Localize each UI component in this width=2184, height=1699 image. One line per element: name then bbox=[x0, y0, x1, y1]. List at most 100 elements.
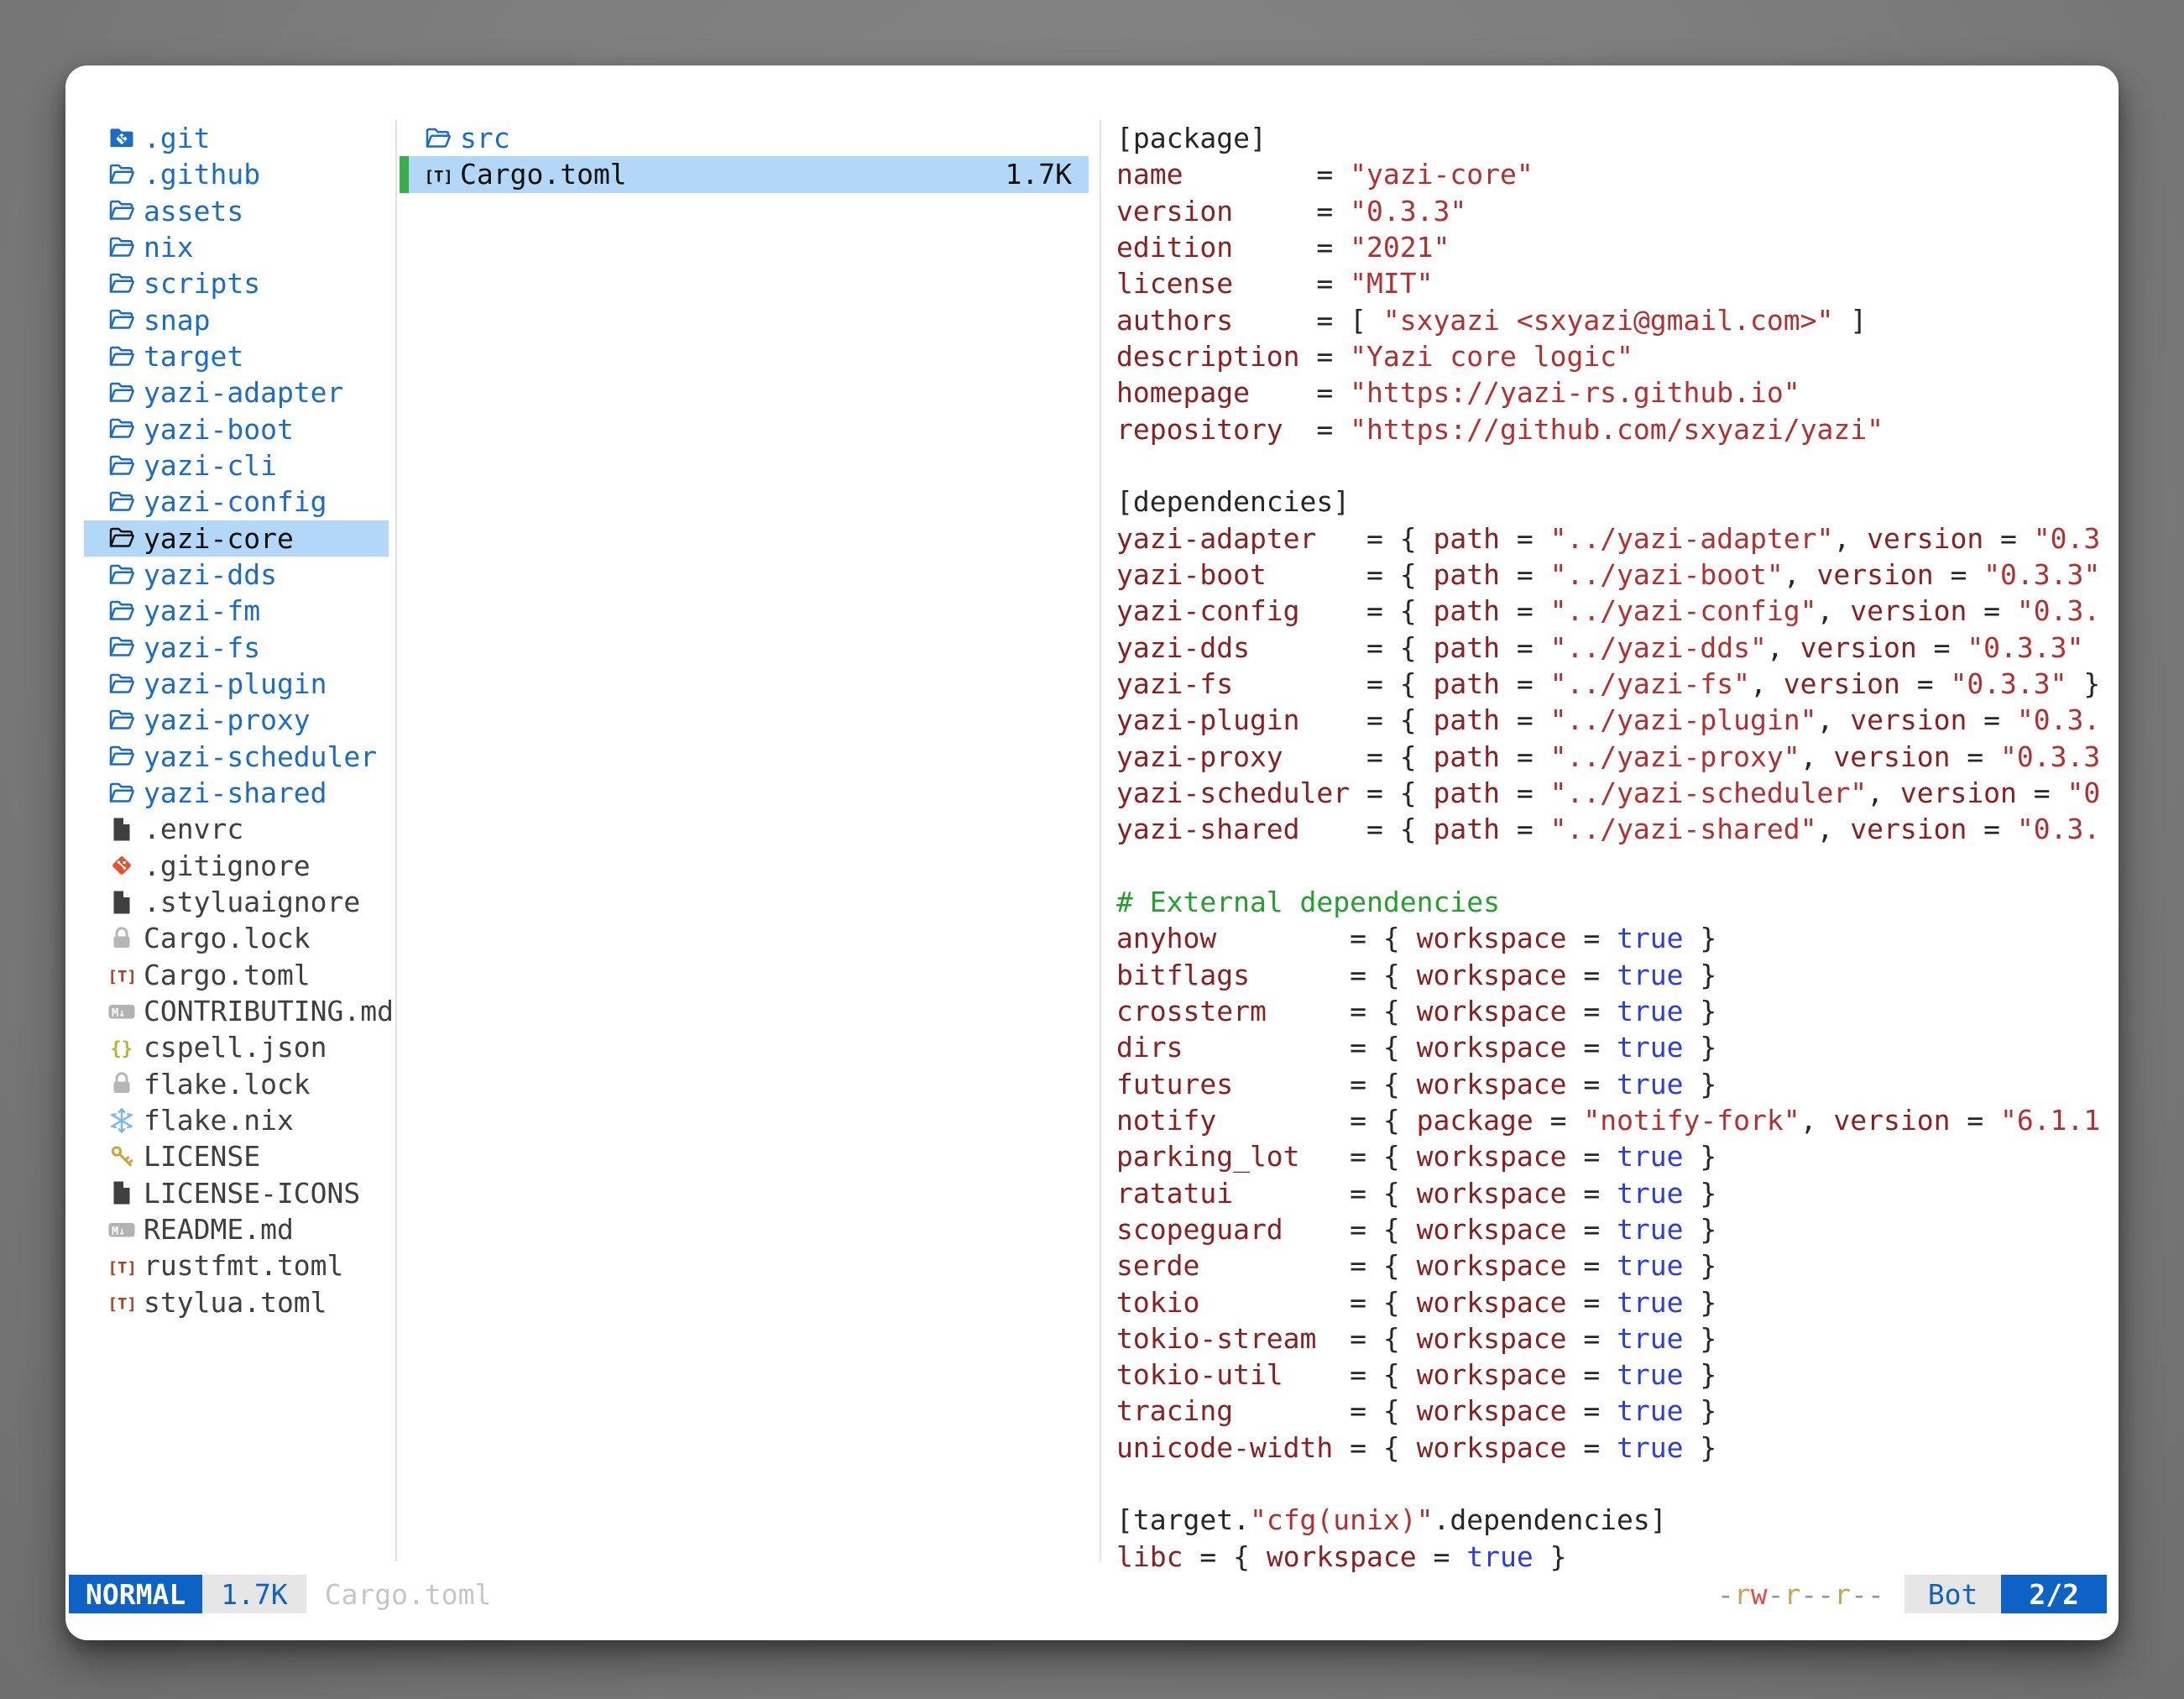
preview-line: tokio-stream = { workspace = true } bbox=[1116, 1320, 2119, 1357]
code-token: bitflags bbox=[1116, 959, 1350, 991]
parent-item[interactable]: LICENSE bbox=[84, 1138, 389, 1174]
current-item[interactable]: src bbox=[400, 120, 1089, 156]
code-token: workspace bbox=[1417, 1286, 1567, 1319]
code-token: = [ bbox=[1316, 304, 1382, 337]
code-token: = bbox=[1316, 340, 1350, 373]
parent-item[interactable]: .gitignore bbox=[84, 848, 389, 884]
parent-item[interactable]: assets bbox=[84, 193, 389, 229]
parent-item[interactable]: yazi-shared bbox=[84, 775, 389, 811]
preview-line: tokio = { workspace = true } bbox=[1116, 1284, 2119, 1320]
parent-item[interactable]: nix bbox=[84, 229, 389, 265]
parent-item[interactable]: flake.nix bbox=[84, 1102, 389, 1138]
lock-icon bbox=[107, 924, 136, 953]
parent-item[interactable]: .git bbox=[84, 120, 389, 156]
parent-item[interactable]: yazi-proxy bbox=[84, 702, 389, 738]
code-token: = bbox=[1500, 667, 1550, 700]
code-token: true bbox=[1617, 1286, 1683, 1319]
code-token: homepage bbox=[1116, 376, 1316, 409]
code-token: true bbox=[1617, 1249, 1683, 1282]
parent-item[interactable]: [T]rustfmt.toml bbox=[84, 1247, 389, 1283]
parent-item[interactable]: yazi-scheduler bbox=[84, 739, 389, 775]
parent-item[interactable]: yazi-dds bbox=[84, 557, 389, 593]
code-token: = bbox=[1316, 267, 1350, 300]
parent-item[interactable]: yazi-adapter bbox=[84, 374, 389, 410]
parent-pane[interactable]: .git.githubassetsnixscriptssnaptargetyaz… bbox=[84, 120, 389, 1320]
file-label: stylua.toml bbox=[144, 1286, 327, 1319]
code-token: = { bbox=[1366, 813, 1433, 845]
code-token: repository bbox=[1116, 413, 1316, 446]
svg-text:[T]: [T] bbox=[425, 167, 453, 186]
parent-item[interactable]: snap bbox=[84, 302, 389, 338]
markdown-icon: M↓ bbox=[107, 997, 136, 1026]
preview-line: version = "0.3.3" bbox=[1116, 193, 2119, 229]
preview-line: yazi-fs = { path = "../yazi-fs", version… bbox=[1116, 666, 2119, 702]
file-label: .gitignore bbox=[144, 850, 311, 882]
svg-text:M↓: M↓ bbox=[112, 1224, 125, 1237]
parent-item[interactable]: M↓README.md bbox=[84, 1211, 389, 1247]
code-token: workspace bbox=[1267, 1540, 1417, 1573]
current-item[interactable]: [T]Cargo.toml1.7K bbox=[400, 156, 1089, 192]
parent-item[interactable]: [T]Cargo.toml bbox=[84, 957, 389, 993]
parent-item[interactable]: yazi-core bbox=[84, 520, 389, 557]
code-token: yazi-shared bbox=[1116, 813, 1366, 845]
file-label: LICENSE bbox=[144, 1140, 260, 1173]
parent-item[interactable]: .github bbox=[84, 156, 389, 192]
code-token: workspace bbox=[1417, 959, 1567, 991]
parent-item[interactable]: {} cspell.json bbox=[84, 1029, 389, 1065]
folder-open-icon bbox=[107, 779, 136, 808]
code-token: = bbox=[1566, 1177, 1617, 1210]
svg-text:{}: {} bbox=[111, 1038, 133, 1059]
folder-open-icon bbox=[107, 670, 136, 698]
code-token: path bbox=[1434, 740, 1500, 773]
permission-char: r bbox=[1734, 1578, 1751, 1611]
file-label: CONTRIBUTING.md bbox=[144, 995, 394, 1027]
code-token: = { bbox=[1183, 1540, 1266, 1573]
code-token: "../yazi-config" bbox=[1550, 594, 1817, 627]
preview-line: anyhow = { workspace = true } bbox=[1116, 920, 2119, 956]
preview-pane[interactable]: [package]name = "yazi-core"version = "0.… bbox=[1116, 120, 2119, 1576]
code-token: package bbox=[1417, 1104, 1534, 1137]
current-pane[interactable]: src[T]Cargo.toml1.7K bbox=[400, 120, 1089, 193]
code-token: = { bbox=[1366, 594, 1433, 627]
code-token: workspace bbox=[1417, 1249, 1567, 1282]
parent-item[interactable]: yazi-config bbox=[84, 484, 389, 520]
code-token: scopeguard bbox=[1116, 1213, 1350, 1246]
code-token: name bbox=[1116, 158, 1316, 191]
parent-item[interactable]: .envrc bbox=[84, 811, 389, 847]
preview-line bbox=[1116, 848, 2119, 884]
parent-item[interactable]: yazi-plugin bbox=[84, 666, 389, 702]
parent-item[interactable]: scripts bbox=[84, 265, 389, 301]
code-token: "0.3. bbox=[2017, 594, 2100, 627]
svg-text:[T]: [T] bbox=[108, 968, 137, 986]
code-token: version bbox=[1116, 195, 1316, 227]
code-token: = { bbox=[1366, 558, 1433, 591]
preview-line: yazi-dds = { path = "../yazi-dds", versi… bbox=[1116, 630, 2119, 666]
parent-item[interactable]: LICENSE-ICONS bbox=[84, 1175, 389, 1211]
code-token: = bbox=[1500, 776, 1550, 809]
parent-item[interactable]: target bbox=[84, 338, 389, 374]
preview-line bbox=[1116, 447, 2119, 484]
code-token: = bbox=[1566, 1394, 1617, 1427]
file-label: nix bbox=[144, 231, 194, 264]
code-token: yazi-plugin bbox=[1116, 703, 1366, 736]
parent-item[interactable]: M↓CONTRIBUTING.md bbox=[84, 993, 389, 1029]
code-token: = bbox=[1917, 631, 1967, 664]
code-token: = bbox=[1566, 1322, 1617, 1355]
parent-item[interactable]: yazi-cli bbox=[84, 447, 389, 484]
file-label: yazi-shared bbox=[144, 776, 327, 809]
code-token: path bbox=[1434, 594, 1500, 627]
parent-item[interactable]: Cargo.lock bbox=[84, 920, 389, 956]
code-token: } bbox=[1684, 1394, 1717, 1427]
code-token: true bbox=[1617, 1213, 1683, 1246]
parent-item[interactable]: yazi-fm bbox=[84, 593, 389, 629]
code-token: , bbox=[1784, 558, 1817, 591]
parent-item[interactable]: yazi-boot bbox=[84, 411, 389, 447]
folder-open-icon bbox=[424, 124, 452, 153]
parent-item[interactable]: flake.lock bbox=[84, 1066, 389, 1102]
code-token: } bbox=[1684, 1177, 1717, 1210]
code-token: futures bbox=[1116, 1068, 1350, 1100]
parent-item[interactable]: [T]stylua.toml bbox=[84, 1284, 389, 1320]
parent-item[interactable]: .styluaignore bbox=[84, 884, 389, 920]
file-label: cspell.json bbox=[144, 1031, 327, 1064]
parent-item[interactable]: yazi-fs bbox=[84, 630, 389, 666]
